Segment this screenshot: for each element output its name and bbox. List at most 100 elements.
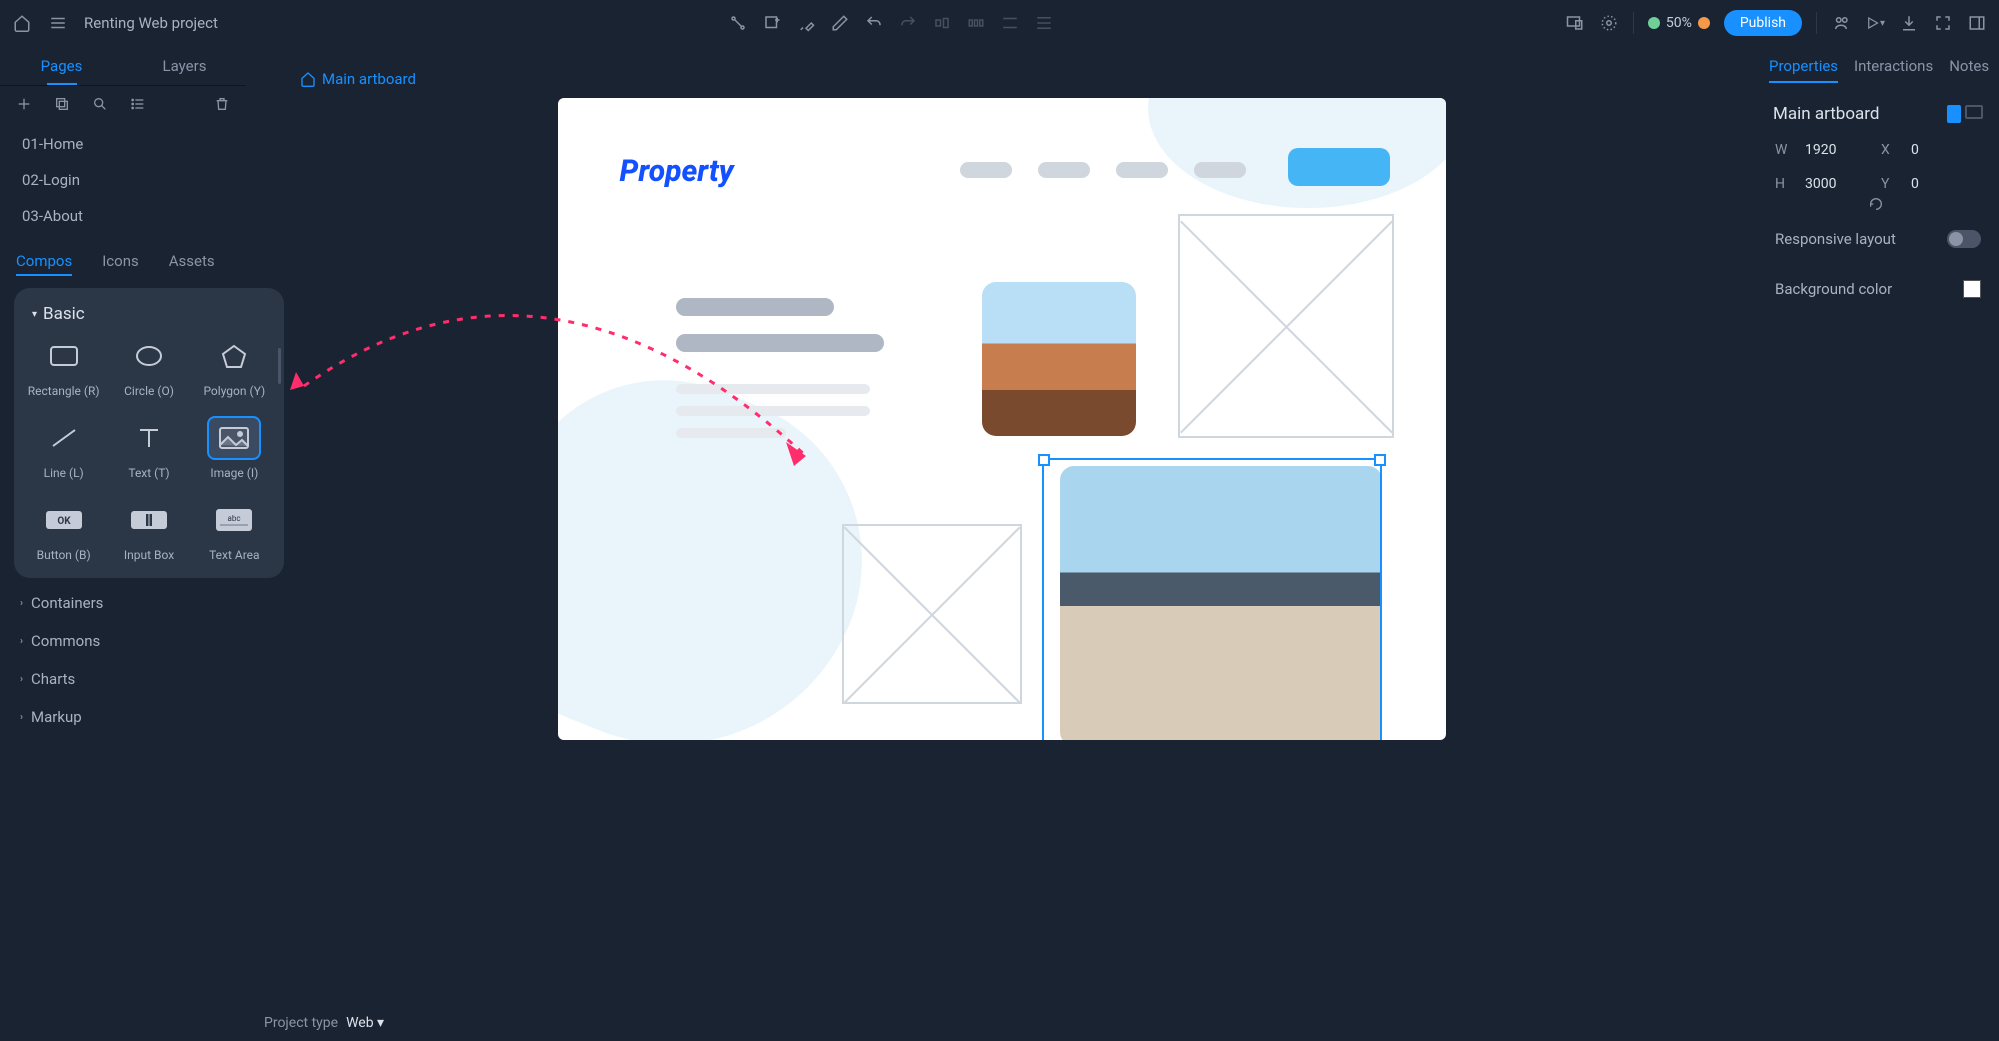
page-item[interactable]: 01-Home [0,126,246,162]
tab-compos[interactable]: Compos [16,252,72,270]
category-markup[interactable]: ›Markup [0,698,246,736]
left-panel: Pages Layers 01-Home 02-Login 03-About C… [0,46,246,1041]
play-icon[interactable]: ▾ [1865,13,1885,33]
project-title[interactable]: Renting Web project [84,14,218,32]
compo-button[interactable]: OK Button (B) [24,498,103,562]
text-placeholder [676,406,870,416]
tab-pages[interactable]: Pages [0,46,123,85]
nav-placeholder [1194,162,1246,178]
selection-handle[interactable] [1374,454,1386,466]
right-panel: Properties Interactions Notes Main artbo… [1757,46,1999,1041]
category-containers[interactable]: ›Containers [0,584,246,622]
heading-placeholder [676,334,884,352]
tab-interactions[interactable]: Interactions [1854,57,1933,75]
text-placeholder [676,384,870,394]
canvas-logo: Property [620,154,734,189]
compo-textarea[interactable]: abc Text Area [195,498,274,562]
width-value[interactable]: 1920 [1805,142,1875,158]
compo-polygon[interactable]: Polygon (Y) [195,334,274,398]
canvas-image [982,282,1136,436]
home-icon[interactable] [12,13,32,33]
zoom-control: 50% [1648,15,1710,31]
background-color-label: Background color [1775,280,1892,298]
heading-placeholder [676,298,834,316]
tab-assets[interactable]: Assets [169,252,215,270]
settings-icon[interactable] [1599,13,1619,33]
redo-icon[interactable] [898,13,918,33]
top-toolbar: Renting Web project [0,0,1999,46]
distribute-horizontal-icon[interactable] [966,13,986,33]
add-page-icon[interactable] [14,94,34,114]
zoom-value[interactable]: 50% [1666,15,1692,31]
selection-outline[interactable] [1042,458,1382,740]
align-vertical-icon[interactable] [1000,13,1020,33]
fullscreen-icon[interactable] [1933,13,1953,33]
distribute-vertical-icon[interactable] [1034,13,1054,33]
home-icon [300,71,316,87]
compo-image[interactable]: Image (I) [195,416,274,480]
download-icon[interactable] [1899,13,1919,33]
trash-icon[interactable] [212,94,232,114]
category-charts[interactable]: ›Charts [0,660,246,698]
zoom-in-icon[interactable] [1698,17,1710,29]
y-label: Y [1881,176,1905,192]
basic-category-header[interactable]: ▾Basic [24,300,274,334]
height-value[interactable]: 3000 [1805,176,1875,192]
svg-text:abc: abc [228,514,241,523]
duplicate-page-icon[interactable] [52,94,72,114]
align-horizontal-icon[interactable] [932,13,952,33]
compo-input[interactable]: Input Box [109,498,188,562]
tab-properties[interactable]: Properties [1769,57,1838,75]
undo-icon[interactable] [864,13,884,33]
list-icon[interactable] [128,94,148,114]
x-value[interactable]: 0 [1911,142,1981,158]
orientation-portrait[interactable] [1947,105,1961,123]
publish-button[interactable]: Publish [1724,10,1802,36]
height-label: H [1775,176,1799,192]
page-item[interactable]: 02-Login [0,162,246,198]
scrollbar[interactable] [278,348,281,384]
width-label: W [1775,142,1799,158]
divider [1816,12,1817,34]
nav-placeholder [960,162,1012,178]
device-preview-icon[interactable] [1565,13,1585,33]
responsive-label: Responsive layout [1775,230,1896,248]
orientation-landscape[interactable] [1965,105,1983,119]
share-icon[interactable] [1831,13,1851,33]
canvas[interactable]: Main artboard Property [246,46,1757,1041]
background-color-swatch[interactable] [1963,280,1981,298]
page-item[interactable]: 03-About [0,198,246,234]
brush-icon[interactable] [796,13,816,33]
svg-text:OK: OK [57,516,71,527]
project-type-value[interactable]: Web ▾ [346,1015,384,1031]
reset-size-icon[interactable] [1866,194,1886,214]
compo-rectangle[interactable]: Rectangle (R) [24,334,103,398]
breadcrumb[interactable]: Main artboard [246,46,1757,98]
compo-text[interactable]: Text (T) [109,416,188,480]
nav-placeholder [1116,162,1168,178]
artboard[interactable]: Property [558,98,1446,740]
tab-notes[interactable]: Notes [1949,57,1989,75]
search-icon[interactable] [90,94,110,114]
tab-layers[interactable]: Layers [123,46,246,85]
responsive-toggle[interactable] [1947,230,1981,248]
zoom-out-icon[interactable] [1648,17,1660,29]
category-commons[interactable]: ›Commons [0,622,246,660]
y-value[interactable]: 0 [1911,176,1981,192]
selection-handle[interactable] [1038,454,1050,466]
text-placeholder [676,428,786,438]
tab-icons[interactable]: Icons [102,252,139,270]
compo-line[interactable]: Line (L) [24,416,103,480]
panel-toggle-icon[interactable] [1967,13,1987,33]
components-basic-panel: ▾Basic Rectangle (R) Circle (O) Polygon … [14,288,284,578]
x-label: X [1881,142,1905,158]
selection-title: Main artboard [1773,104,1880,124]
image-placeholder [1178,214,1394,438]
connector-icon[interactable] [728,13,748,33]
compo-circle[interactable]: Circle (O) [109,334,188,398]
pencil-icon[interactable] [830,13,850,33]
menu-icon[interactable] [48,13,68,33]
project-type-label: Project type [264,1015,338,1031]
cta-button-placeholder [1288,148,1390,186]
add-artboard-icon[interactable] [762,13,782,33]
